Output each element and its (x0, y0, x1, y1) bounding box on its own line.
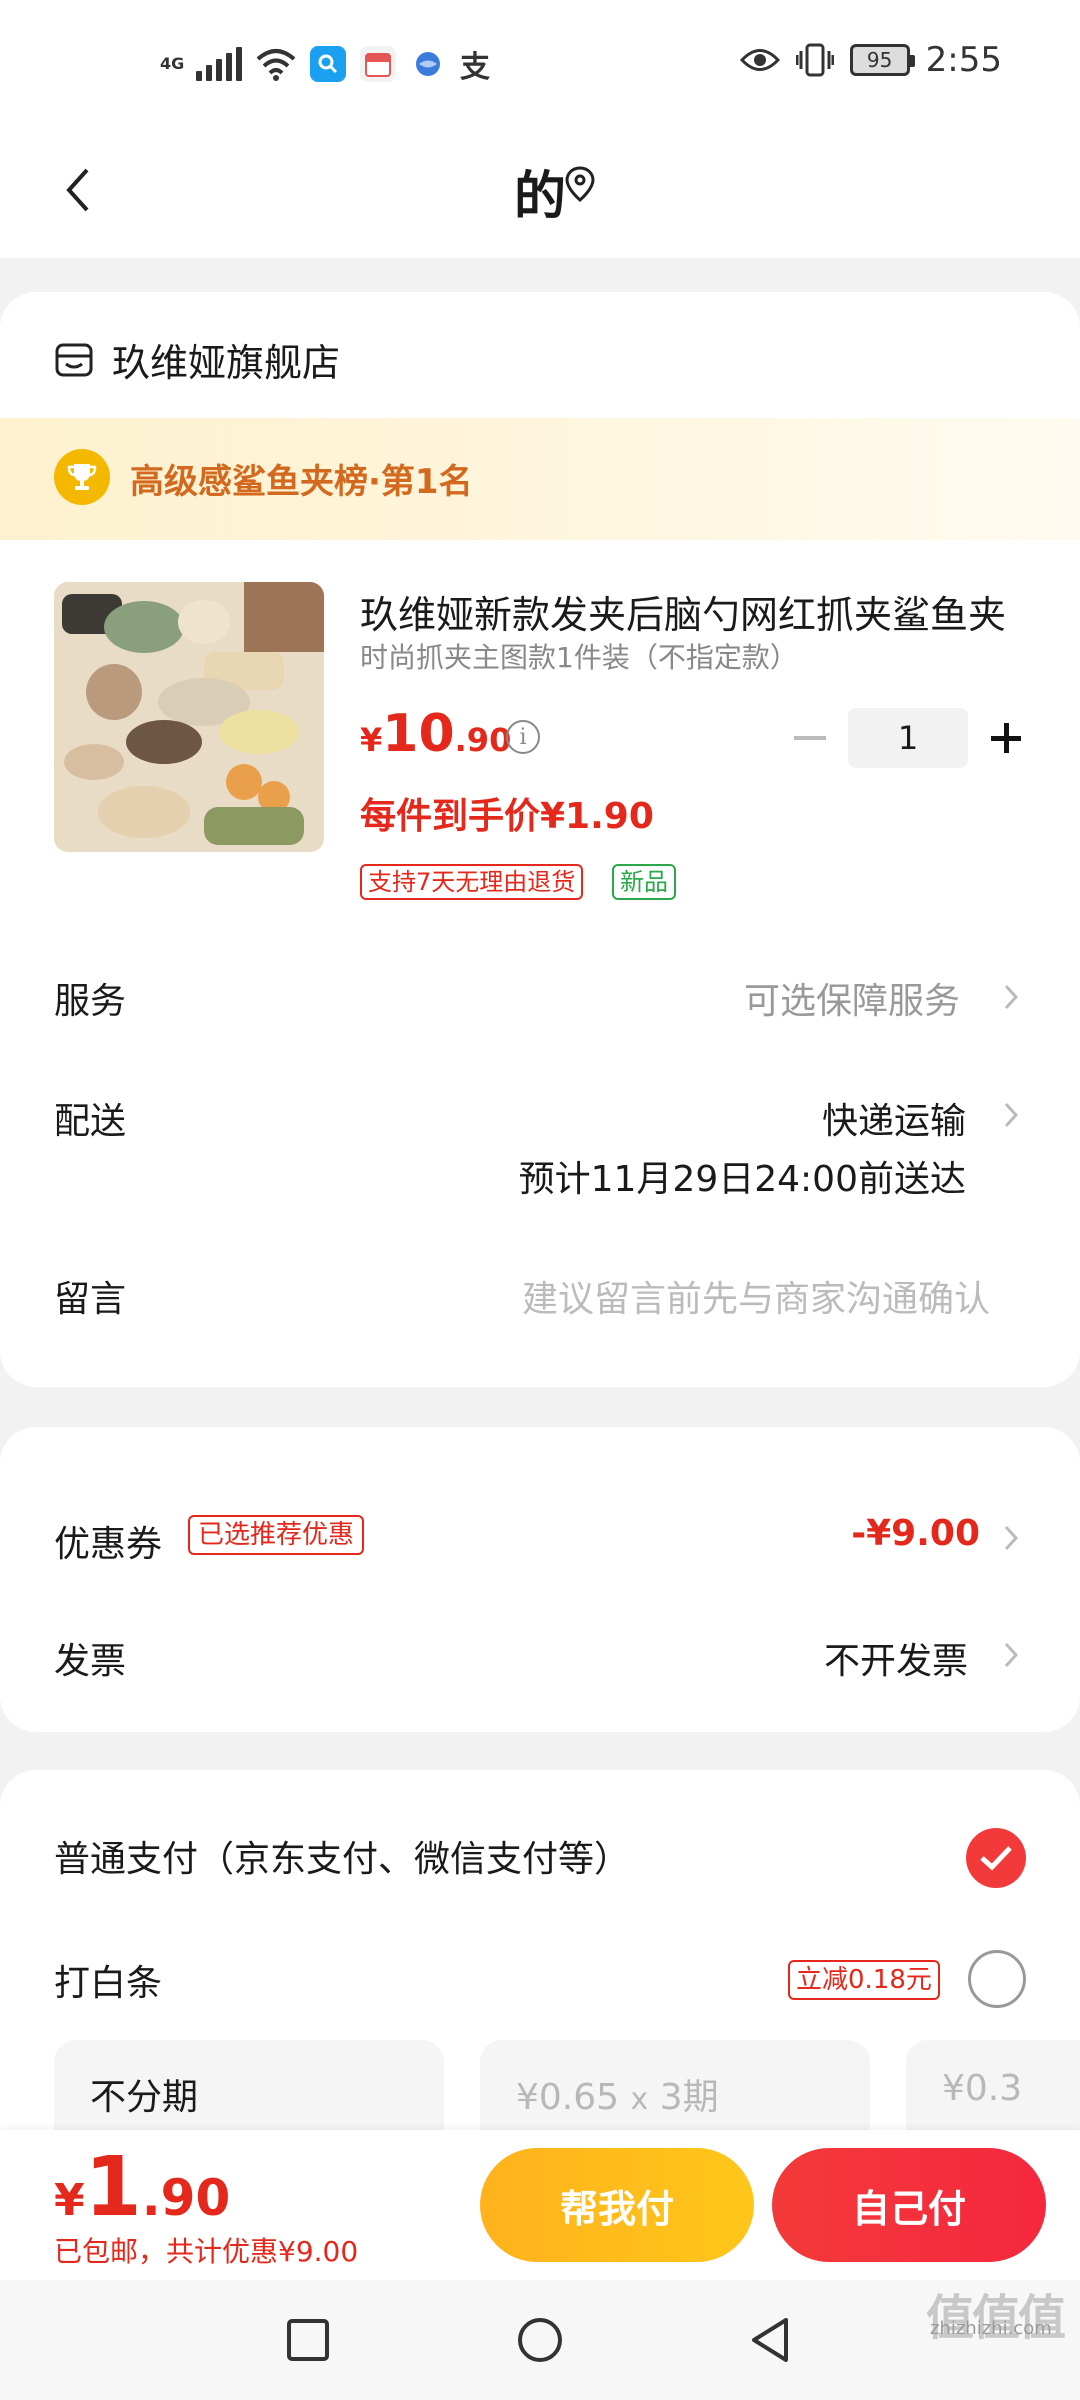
vibrate-icon (795, 43, 834, 77)
delivery-value[interactable]: 快递运输 (822, 1092, 966, 1144)
watermark-domain: zhizhizhi.com (930, 2318, 1052, 2339)
status-left: 4G 支 (160, 42, 490, 86)
baitiao-promo-tag: 立减0.18元 (788, 1960, 940, 2000)
ranking-text: 高级感鲨鱼夹榜·第1名 (130, 462, 473, 502)
service-value[interactable]: 可选保障服务 (744, 972, 960, 1024)
check-icon (980, 1846, 1012, 1871)
browser-app-icon (410, 46, 446, 82)
page-header: 的 (0, 130, 1080, 258)
status-time: 2:55 (925, 40, 1002, 80)
store-icon (55, 343, 93, 376)
invoice-label: 发票 (54, 1641, 127, 1682)
trophy-icon (54, 449, 110, 505)
chevron-right-icon[interactable] (996, 1640, 1026, 1670)
quantity-stepper: 1 (780, 708, 1030, 768)
chevron-right-icon[interactable] (996, 1523, 1026, 1553)
installment-label: 不分期 (90, 2077, 199, 2118)
decrease-button[interactable] (780, 708, 840, 768)
ranking-banner[interactable]: 高级感鲨鱼夹榜·第1名 (0, 418, 1080, 540)
status-bar: 4G 支 95 2:55 (0, 0, 1080, 130)
order-card: 玖维娅旗舰店 高级感鲨鱼夹榜·第1名 玖维娅新款发夹后脑勺网红抓夹鲨鱼夹 时尚抓… (0, 292, 1080, 1387)
system-back-button[interactable] (740, 2310, 800, 2370)
quantity-value[interactable]: 1 (848, 708, 968, 768)
signal-icon (196, 47, 242, 81)
invoice-value[interactable]: 不开发票 (824, 1632, 968, 1684)
service-label: 服务 (54, 981, 127, 1022)
circle-icon (518, 2318, 562, 2362)
self-pay-button[interactable]: 自己付 (772, 2148, 1046, 2262)
product-title[interactable]: 玖维娅新款发夹后脑勺网红抓夹鲨鱼夹 (360, 584, 1030, 639)
coupon-value[interactable]: -¥9.00 (851, 1513, 980, 1554)
battery-icon: 95 (849, 44, 915, 76)
product-image[interactable] (54, 582, 324, 852)
network-type: 4G (160, 54, 185, 73)
normal-payment-label[interactable]: 普通支付（京东支付、微信支付等） (54, 1830, 630, 1882)
delivery-eta: 预计11月29日24:00前送达 (518, 1159, 966, 1200)
return-policy-tag: 支持7天无理由退货 (360, 864, 584, 900)
total-discount-note: 已包邮，共计优惠¥9.00 (54, 2235, 359, 2268)
coupon-tag: 已选推荐优惠 (188, 1515, 365, 1555)
chevron-right-icon[interactable] (996, 1100, 1026, 1130)
message-input[interactable]: 建议留言前先与商家沟通确认 (522, 1270, 990, 1322)
calendar-app-icon (360, 46, 396, 82)
system-nav-bar (0, 2280, 1080, 2400)
status-right: 95 2:55 (739, 40, 1002, 80)
shop-name: 玖维娅旗舰店 (112, 341, 341, 385)
product-price: ¥10.90 (360, 704, 512, 764)
shop-header[interactable]: 玖维娅旗舰店 (54, 332, 340, 387)
per-item-price: 每件到手价¥1.90 (360, 796, 654, 837)
help-pay-button[interactable]: 帮我付 (480, 2148, 754, 2262)
recents-button[interactable] (278, 2310, 338, 2370)
wifi-icon (256, 49, 296, 81)
alipay-icon: 支 (460, 50, 490, 85)
delivery-label: 配送 (54, 1101, 127, 1142)
message-label: 留言 (54, 1279, 127, 1320)
product-sku[interactable]: 时尚抓夹主图款1件装（不指定款） (360, 636, 798, 676)
chevron-right-icon[interactable] (996, 982, 1026, 1012)
eye-icon (739, 49, 780, 71)
checkout-bar: ¥1.90 已包邮，共计优惠¥9.00 帮我付 自己付 (0, 2130, 1080, 2280)
home-button[interactable] (510, 2310, 570, 2370)
square-icon (287, 2319, 329, 2361)
triangle-back-icon (752, 2318, 788, 2362)
normal-payment-radio[interactable] (966, 1828, 1026, 1888)
discount-card: 优惠券 已选推荐优惠 -¥9.00 发票 不开发票 (0, 1427, 1080, 1732)
location-pin-icon[interactable] (560, 164, 600, 204)
minus-icon (794, 736, 826, 740)
coupon-label: 优惠券 (54, 1524, 163, 1565)
new-product-tag: 新品 (612, 864, 676, 900)
total-price: ¥1.90 (54, 2140, 231, 2235)
baitiao-radio[interactable] (968, 1950, 1026, 2008)
baitiao-label[interactable]: 打白条 (54, 1954, 162, 2006)
increase-button[interactable] (976, 708, 1036, 768)
search-app-icon (310, 46, 346, 82)
page-title[interactable]: 的 (0, 154, 1080, 229)
info-icon[interactable]: i (506, 720, 540, 754)
